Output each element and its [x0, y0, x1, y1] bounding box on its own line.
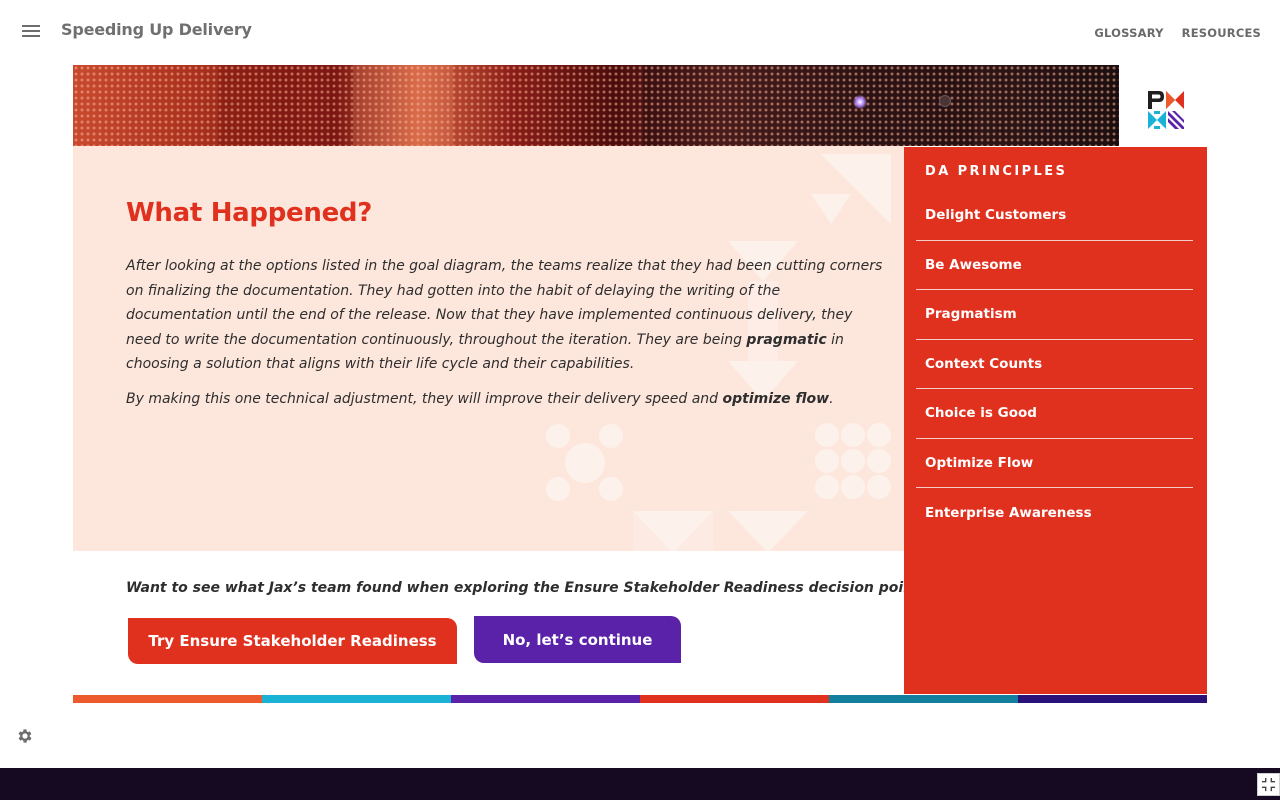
principles-list: Delight Customers Be Awesome Pragmatism …: [916, 191, 1193, 538]
emphasis-optimize-flow: optimize flow: [722, 391, 830, 407]
decorative-pattern: [546, 424, 623, 501]
explore-prompt: Want to see what Jax’s team found when e…: [126, 580, 928, 596]
strip-segment: [451, 695, 640, 703]
content-panel: What Happened? After looking at the opti…: [73, 146, 904, 551]
pmi-logo: [1148, 91, 1184, 129]
top-nav: GLOSSARY RESOURCES: [1094, 26, 1261, 40]
principle-pragmatism[interactable]: Pragmatism: [916, 290, 1193, 340]
app-title: Speeding Up Delivery: [61, 20, 252, 39]
hero-banner-image: [73, 65, 1119, 146]
footer-bar: [0, 768, 1280, 800]
glossary-link[interactable]: GLOSSARY: [1094, 26, 1163, 40]
principle-optimize-flow[interactable]: Optimize Flow: [916, 439, 1193, 488]
decorative-pattern: [811, 154, 891, 224]
continue-button[interactable]: No, let’s continue: [474, 616, 681, 663]
body-paragraph: By making this one technical adjustment,…: [126, 391, 834, 407]
page-title: What Happened?: [126, 198, 373, 228]
try-ensure-stakeholder-readiness-button[interactable]: Try Ensure Stakeholder Readiness: [128, 618, 457, 664]
strip-segment: [262, 695, 451, 703]
resources-link[interactable]: RESOURCES: [1182, 26, 1261, 40]
menu-icon[interactable]: [22, 22, 44, 42]
strip-segment: [1018, 695, 1207, 703]
color-strip: [73, 695, 1207, 703]
settings-icon[interactable]: [16, 727, 34, 745]
principle-delight-customers[interactable]: Delight Customers: [916, 191, 1193, 241]
decorative-pattern: [633, 511, 808, 551]
principles-sidebar: DA PRINCIPLES Delight Customers Be Aweso…: [904, 147, 1207, 694]
exit-fullscreen-icon[interactable]: [1257, 773, 1280, 796]
strip-segment: [829, 695, 1018, 703]
principle-context-counts[interactable]: Context Counts: [916, 340, 1193, 389]
top-bar: Speeding Up Delivery GLOSSARY RESOURCES: [0, 0, 1280, 64]
strip-segment: [640, 695, 829, 703]
exit-fullscreen-glyph: [1261, 777, 1276, 792]
decorative-pattern: [815, 423, 891, 499]
principle-be-awesome[interactable]: Be Awesome: [916, 241, 1193, 290]
sidebar-heading: DA PRINCIPLES: [925, 164, 1068, 179]
principle-enterprise-awareness[interactable]: Enterprise Awareness: [916, 488, 1193, 538]
body-paragraph: After looking at the options listed in t…: [126, 258, 883, 372]
strip-segment: [73, 695, 262, 703]
emphasis-pragmatic: pragmatic: [746, 331, 827, 348]
principle-choice-is-good[interactable]: Choice is Good: [916, 389, 1193, 439]
